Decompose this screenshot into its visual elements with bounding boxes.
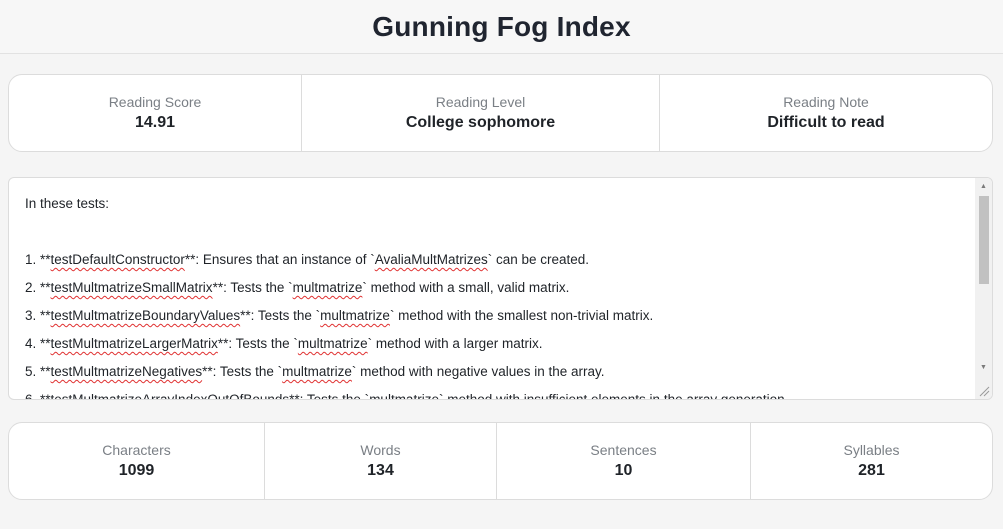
reading-score-label: Reading Score (108, 94, 202, 110)
reading-level-value: College sophomore (405, 114, 556, 131)
sentences-label: Sentences (590, 442, 657, 458)
reading-stats-card: Reading Score 14.91 Reading Level Colleg… (8, 74, 993, 152)
misspelled-word: testMultmatrizeNegatives (50, 364, 203, 379)
misspelled-word: multmatrize (292, 280, 363, 295)
misspelled-word: multmatrize (320, 308, 390, 323)
resize-grip-icon[interactable] (975, 382, 991, 398)
misspelled-word: testMultmatrizeSmallMatrix (50, 280, 213, 295)
misspelled-word: testMultmatrizeBoundaryValues (50, 308, 241, 323)
characters-label: Characters (102, 442, 171, 458)
reading-note-label: Reading Note (783, 94, 869, 110)
text-intro-line: In these tests: (25, 196, 110, 211)
characters-cell: Characters 1099 (9, 423, 265, 499)
scroll-up-arrow-icon[interactable]: ▲ (975, 178, 992, 194)
syllables-value: 281 (858, 462, 885, 479)
misspelled-word: testDefaultConstructor (50, 252, 185, 267)
vertical-scrollbar[interactable]: ▲ ▼ (975, 178, 992, 399)
scroll-down-arrow-icon[interactable]: ▼ (975, 359, 992, 375)
text-content[interactable]: In these tests: 1. **testDefaultConstruc… (25, 190, 965, 400)
words-label: Words (360, 442, 401, 458)
text-input-area[interactable]: In these tests: 1. **testDefaultConstruc… (8, 177, 993, 400)
reading-note-value: Difficult to read (767, 114, 885, 131)
reading-level-label: Reading Level (435, 94, 526, 110)
words-value: 134 (367, 462, 394, 479)
text-line: 4. **testMultmatrizeLargerMatrix**: Test… (25, 336, 543, 351)
words-cell: Words 134 (265, 423, 497, 499)
text-line: 5. **testMultmatrizeNegatives**: Tests t… (25, 364, 605, 379)
scrollbar-thumb[interactable] (979, 196, 989, 284)
text-line: 6. **testMultmatrizeArrayIndexOutOfBound… (25, 386, 965, 400)
text-line: 1. **testDefaultConstructor**: Ensures t… (25, 252, 590, 267)
misspelled-word: multmatrize (369, 392, 439, 400)
page-header: Gunning Fog Index (0, 0, 1003, 54)
misspelled-word: multmatrize (297, 336, 368, 351)
reading-score-cell: Reading Score 14.91 (9, 75, 302, 151)
text-line: 3. **testMultmatrizeBoundaryValues**: Te… (25, 308, 654, 323)
sentences-cell: Sentences 10 (497, 423, 751, 499)
text-line: 2. **testMultmatrizeSmallMatrix**: Tests… (25, 280, 570, 295)
page-title: Gunning Fog Index (372, 10, 631, 42)
text-blank-line (25, 218, 965, 246)
sentences-value: 10 (614, 462, 633, 479)
reading-note-cell: Reading Note Difficult to read (660, 75, 992, 151)
reading-level-cell: Reading Level College sophomore (302, 75, 660, 151)
text-counts-card: Characters 1099 Words 134 Sentences 10 S… (8, 422, 993, 500)
misspelled-word: multmatrize (282, 364, 352, 379)
misspelled-word: testMultmatrizeArrayIndexOutOfBounds (50, 392, 290, 400)
misspelled-word: AvaliaMultMatrizes (374, 252, 488, 267)
misspelled-word: testMultmatrizeLargerMatrix (50, 336, 218, 351)
reading-score-value: 14.91 (134, 114, 176, 131)
characters-value: 1099 (118, 462, 155, 479)
syllables-cell: Syllables 281 (751, 423, 992, 499)
syllables-label: Syllables (843, 442, 900, 458)
